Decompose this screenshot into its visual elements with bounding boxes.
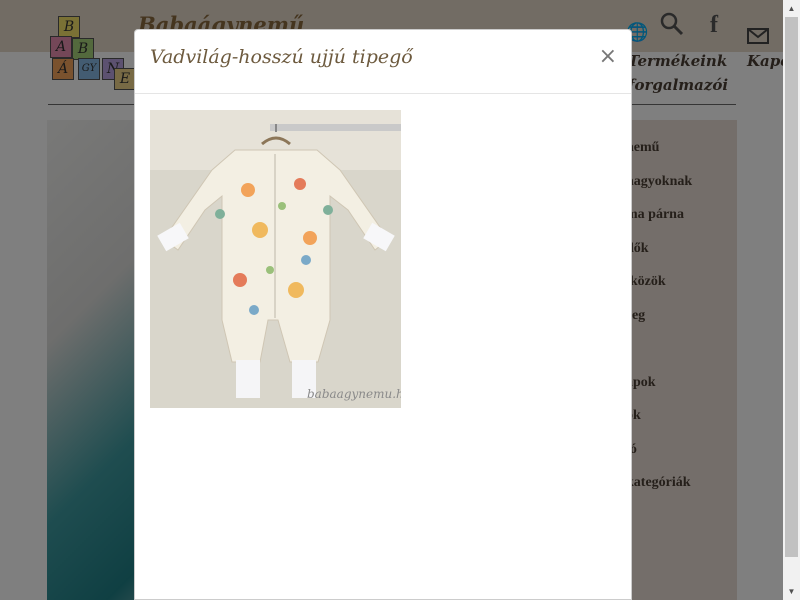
- sleepsuit-illustration: [150, 110, 401, 408]
- page-scrollbar[interactable]: ▲ ▼: [783, 0, 800, 600]
- product-image-modal: Vadvilág-hosszú ujjú tipegő × babaagynem…: [134, 29, 632, 600]
- modal-header: Vadvilág-hosszú ujjú tipegő ×: [135, 30, 631, 94]
- image-watermark: babaagynemu.hu: [307, 387, 401, 401]
- scroll-down-arrow-icon[interactable]: ▼: [783, 583, 800, 600]
- modal-title: Vadvilág-hosszú ujjú tipegő: [150, 46, 413, 68]
- close-icon[interactable]: ×: [599, 46, 617, 68]
- product-image: babaagynemu.hu: [150, 110, 401, 408]
- scroll-up-arrow-icon[interactable]: ▲: [783, 0, 800, 17]
- scrollbar-thumb[interactable]: [785, 17, 798, 557]
